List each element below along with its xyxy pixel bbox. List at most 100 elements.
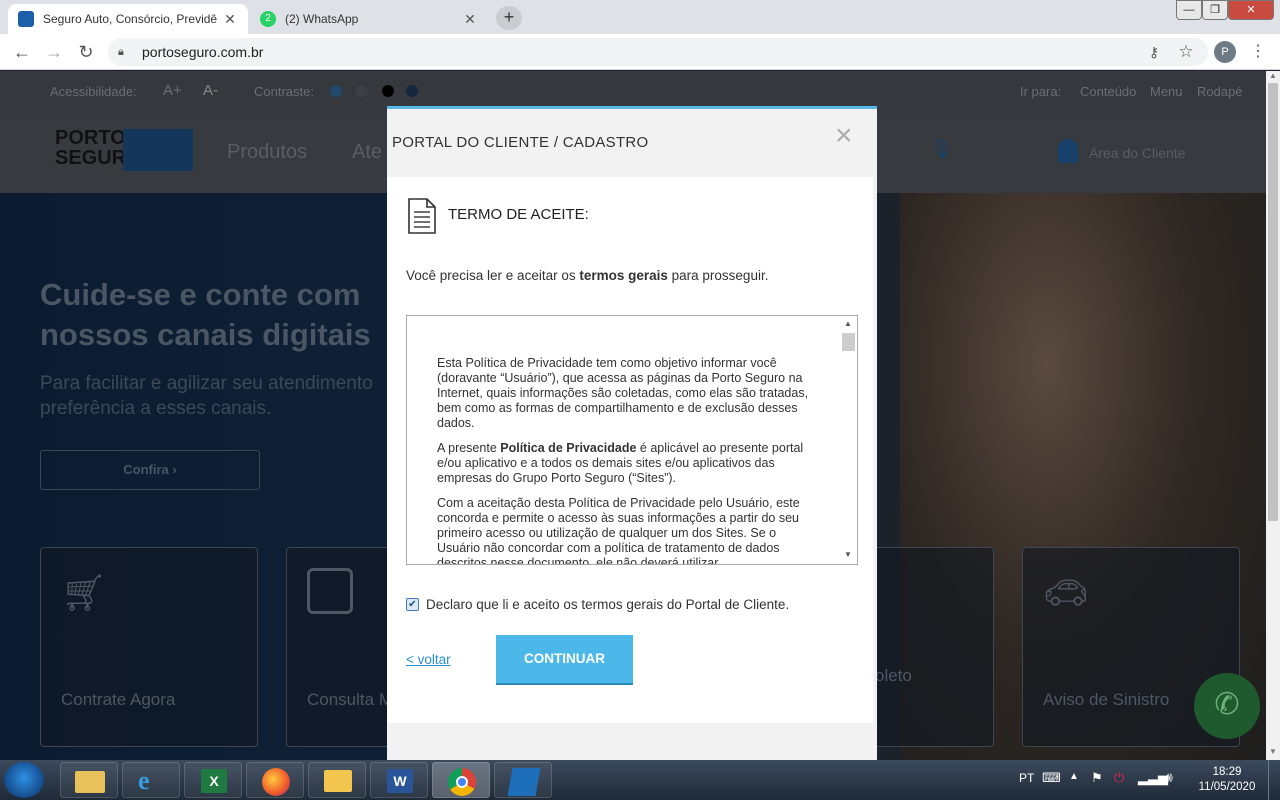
close-window-button[interactable]: ✕	[1228, 0, 1274, 20]
intro-text-bold: termos gerais	[579, 268, 668, 283]
profile-avatar[interactable]: P	[1214, 41, 1236, 63]
contrast-black-button[interactable]	[382, 85, 394, 97]
car-crash-icon: 🚗︎	[1043, 572, 1089, 613]
tab-whatsapp[interactable]: 2 (2) WhatsApp ✕	[250, 4, 488, 34]
font-decrease-button[interactable]: A-	[203, 82, 218, 99]
nav-produtos[interactable]: Produtos	[227, 141, 307, 164]
scroll-up-arrow-icon[interactable]: ▲	[1269, 71, 1277, 80]
card-label: Aviso de Sinistro	[1043, 690, 1170, 709]
section-title: TERMO DE ACEITE:	[448, 206, 589, 223]
menu-icon[interactable]: ⋮	[1246, 41, 1270, 63]
close-tab-icon[interactable]: ✕	[222, 11, 238, 28]
contrast-dark-blue-button[interactable]	[406, 85, 418, 97]
jump-content-link[interactable]: Conteúdo	[1080, 84, 1136, 99]
word-icon[interactable]: W	[370, 762, 428, 798]
close-tab-icon[interactable]: ✕	[462, 11, 478, 28]
tab-title: (2) WhatsApp	[285, 12, 359, 26]
continue-button[interactable]: CONTINUAR	[496, 635, 633, 685]
jump-footer-link[interactable]: Rodapé	[1197, 84, 1243, 99]
terms-scrollbar[interactable]: ▲ ▼	[840, 316, 857, 564]
jump-to-label: Ir para:	[1020, 84, 1062, 99]
bookmark-star-icon[interactable]: ☆	[1174, 41, 1198, 63]
terms-paragraph-2-bold: Política de Privacidade	[500, 441, 637, 455]
firefox-icon[interactable]	[246, 762, 304, 798]
contrast-blue-button[interactable]	[330, 85, 342, 97]
clock-date: 11/05/2020	[1198, 781, 1256, 793]
terms-scrollbar-thumb[interactable]	[842, 333, 855, 351]
reload-icon[interactable]: ↻	[74, 41, 98, 63]
hero-subtitle-line-2: preferência a esses canais.	[40, 398, 272, 419]
card-contrate-agora[interactable]: 🛒︎ Contrate Agora	[40, 547, 258, 747]
terms-scroll-box[interactable]: Esta Política de Privacidade tem como ob…	[406, 315, 858, 565]
intro-text-end: para prosseguir.	[667, 268, 769, 283]
confira-button[interactable]: Confira ›	[40, 450, 260, 490]
file-explorer-icon[interactable]	[60, 762, 118, 798]
terms-paragraph-2: A presente Política de Privacidade é apl…	[437, 441, 809, 486]
nav-atendimento[interactable]: Ate	[352, 141, 382, 164]
app-icon[interactable]	[494, 762, 552, 798]
modal-title: PORTAL DO CLIENTE / CADASTRO	[392, 134, 649, 151]
font-increase-button[interactable]: A+	[163, 82, 182, 99]
lock-icon: 🔒︎	[118, 45, 124, 58]
card-label: Contrate Agora	[61, 690, 176, 709]
calendar-icon	[307, 568, 353, 614]
contrast-light-button[interactable]	[356, 85, 368, 97]
browser-toolbar: ← → ↻ 🔒︎ portoseguro.com.br ⚷ ☆ ⋮	[0, 34, 1280, 70]
outlook-icon[interactable]	[308, 762, 366, 798]
keyboard-icon[interactable]: ⌨	[1042, 770, 1061, 786]
agree-label: Declaro que li e aceito os termos gerais…	[426, 597, 790, 612]
volume-icon[interactable]: 🔊︎	[1164, 769, 1173, 786]
back-icon[interactable]: ←	[10, 41, 34, 63]
close-icon[interactable]: ×	[835, 121, 853, 151]
agree-checkbox-row[interactable]: ✔ Declaro que li e aceito os termos gera…	[406, 597, 789, 612]
clock-time: 18:29	[1212, 766, 1242, 778]
hero-title-line-2: nossos canais digitais	[40, 317, 371, 352]
terms-paragraph-3: Com a aceitação desta Política de Privac…	[437, 496, 800, 565]
user-icon	[1058, 139, 1078, 163]
windows-taskbar: e X W PT ⌨ ▲ ⚑ ⏻ ▂▃▅ 🔊︎ 18:29 11/05/2020	[0, 760, 1280, 800]
language-indicator[interactable]: PT	[1019, 771, 1034, 785]
hero-title-line-1: Cuide-se e conte com	[40, 277, 361, 312]
agree-checkbox[interactable]: ✔	[406, 598, 419, 611]
page-scrollbar[interactable]: ▲ ▼	[1266, 71, 1280, 760]
internet-explorer-icon[interactable]: e	[122, 762, 180, 798]
card-label: oleto	[875, 666, 912, 685]
terms-paragraph-2-start: A presente	[437, 441, 501, 455]
document-icon	[408, 198, 436, 234]
intro-text: Você precisa ler e aceitar os termos ger…	[406, 268, 768, 283]
minimize-button[interactable]: —	[1176, 0, 1202, 20]
hero-title: Cuide-se e conte com nossos canais digit…	[40, 275, 371, 355]
new-tab-button[interactable]: +	[496, 6, 522, 30]
terms-scroll-up-icon[interactable]: ▲	[844, 319, 852, 328]
back-link[interactable]: < voltar	[406, 652, 451, 667]
intro-text-start: Você precisa ler e aceitar os	[406, 268, 580, 283]
chrome-icon[interactable]	[432, 762, 490, 798]
terms-text: Esta Política de Privacidade tem como ob…	[437, 356, 809, 565]
jump-menu-link[interactable]: Menu	[1150, 84, 1183, 99]
key-icon[interactable]: ⚷	[1142, 41, 1166, 63]
address-bar[interactable]: 🔒︎ portoseguro.com.br	[108, 38, 1208, 66]
card-label: Consulta M	[307, 690, 393, 709]
porto-seguro-favicon-icon	[18, 11, 34, 27]
power-icon[interactable]: ⏻	[1114, 770, 1124, 786]
clock[interactable]: 18:29 11/05/2020	[1196, 765, 1258, 795]
excel-icon[interactable]: X	[184, 762, 242, 798]
microphone-icon[interactable]: 🎙︎	[930, 139, 953, 160]
maximize-button[interactable]: ❐	[1202, 0, 1228, 20]
whatsapp-favicon-icon: 2	[260, 11, 276, 27]
terms-scroll-down-icon[interactable]: ▼	[844, 550, 852, 559]
action-center-flag-icon[interactable]: ⚑	[1091, 770, 1103, 786]
browser-tab-bar: Seguro Auto, Consórcio, Previdê ✕ 2 (2) …	[0, 0, 1280, 34]
start-button[interactable]	[4, 762, 44, 798]
show-hidden-icons-icon[interactable]: ▲	[1069, 771, 1079, 782]
whatsapp-chat-button[interactable]: ✆	[1194, 673, 1260, 739]
show-desktop-button[interactable]	[1268, 760, 1280, 800]
modal-body: TERMO DE ACEITE: Você precisa ler e acei…	[387, 177, 873, 723]
terms-paragraph-1: Esta Política de Privacidade tem como ob…	[437, 356, 809, 430]
client-area-link[interactable]: Área do Cliente	[1089, 145, 1186, 161]
scroll-down-arrow-icon[interactable]: ▼	[1269, 747, 1277, 756]
tab-porto-seguro[interactable]: Seguro Auto, Consórcio, Previdê ✕	[8, 4, 248, 34]
forward-icon[interactable]: →	[42, 41, 66, 63]
scrollbar-thumb[interactable]	[1268, 83, 1278, 521]
url-text: portoseguro.com.br	[142, 44, 264, 60]
